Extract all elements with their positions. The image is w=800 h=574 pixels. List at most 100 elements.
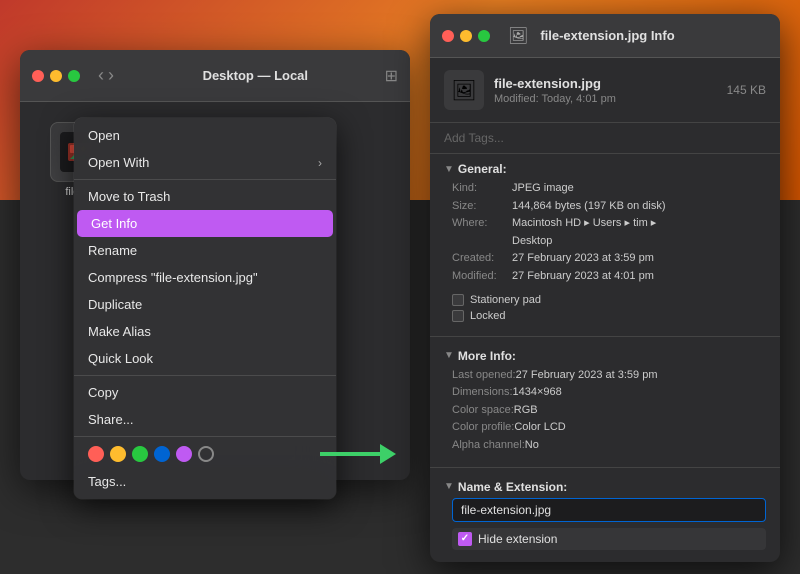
cm-get-info[interactable]: Get Info [77,210,333,237]
cm-make-alias[interactable]: Make Alias [74,318,336,345]
cm-get-info-label: Get Info [91,216,137,231]
dimensions-value: 1434×968 [513,384,766,402]
info-panel-title: file-extension.jpg Info [540,28,674,43]
info-header: 🖼 file-extension.jpg Modified: Today, 4:… [430,58,780,123]
info-file-meta: file-extension.jpg Modified: Today, 4:01… [494,76,717,105]
info-size-row: Size: 144,864 bytes (197 KB on disk) [452,198,766,216]
stationery-row: Stationery pad Locked [452,292,766,324]
nav-forward[interactable]: › [108,65,114,86]
size-value: 144,864 bytes (197 KB on disk) [512,198,766,216]
info-panel: 🖼 file-extension.jpg Info 🖼 file-extensi… [430,14,780,562]
cm-open-with[interactable]: Open With › [74,149,336,176]
color-tag-green[interactable] [132,446,148,462]
cm-make-alias-label: Make Alias [88,324,151,339]
cm-tags[interactable]: Tags... [74,468,336,495]
info-tags-placeholder: Add Tags... [444,131,504,145]
cm-compress[interactable]: Compress "file-extension.jpg" [74,264,336,291]
alpha-channel-value: No [525,437,766,455]
info-minimize-button[interactable] [460,30,472,42]
traffic-lights [32,70,80,82]
cm-copy[interactable]: Copy [74,379,336,406]
locked-checkbox[interactable] [452,310,464,322]
cm-sep-1 [74,179,336,180]
minimize-button[interactable] [50,70,62,82]
dimensions-label: Dimensions: [452,384,513,402]
color-tag-blue[interactable] [154,446,170,462]
color-profile-value: Color LCD [514,419,766,437]
info-traffic-lights [442,30,490,42]
green-arrow [320,444,396,464]
cm-compress-label: Compress "file-extension.jpg" [88,270,258,285]
cm-share[interactable]: Share... [74,406,336,433]
kind-label: Kind: [452,180,512,198]
info-dimensions-row: Dimensions: 1434×968 [452,384,766,402]
context-menu: Open Open With › Move to Trash Get Info … [74,118,336,499]
color-tag-none[interactable] [198,446,214,462]
kind-value: JPEG image [512,180,766,198]
cm-open-with-arrow: › [318,156,322,170]
stationery-checkbox-row: Stationery pad [452,292,766,308]
where-value: Macintosh HD ▸ Users ▸ tim ▸ Desktop [512,215,766,250]
color-tag-red[interactable] [88,446,104,462]
hide-extension-label: Hide extension [478,532,557,546]
color-tag-yellow[interactable] [110,446,126,462]
info-tags-bar[interactable]: Add Tags... [430,123,780,154]
nav-back[interactable]: ‹ [98,65,104,86]
cm-move-trash[interactable]: Move to Trash [74,183,336,210]
divider-1 [430,336,780,337]
cm-duplicate[interactable]: Duplicate [74,291,336,318]
finder-nav: ‹ › [98,65,114,86]
color-space-value: RGB [514,402,766,420]
divider-2 [430,467,780,468]
color-profile-label: Color profile: [452,419,514,437]
locked-checkbox-row: Locked [452,308,766,324]
fullscreen-button[interactable] [68,70,80,82]
view-toggle[interactable]: ⊞ [385,66,398,86]
info-color-space-row: Color space: RGB [452,402,766,420]
finder-title: Desktop — Local [134,68,377,83]
hide-extension-row: Hide extension [452,528,766,550]
cm-rename-label: Rename [88,243,137,258]
info-alpha-channel-row: Alpha channel: No [452,437,766,455]
info-color-profile-row: Color profile: Color LCD [452,419,766,437]
stationery-checkbox[interactable] [452,294,464,306]
color-space-label: Color space: [452,402,514,420]
created-value: 27 February 2023 at 3:59 pm [512,250,766,268]
cm-sep-3 [74,436,336,437]
alpha-channel-label: Alpha channel: [452,437,525,455]
info-kind-row: Kind: JPEG image [452,180,766,198]
info-file-size: 145 KB [727,83,766,97]
finder-toolbar: ‹ › Desktop — Local ⊞ [20,50,410,102]
info-close-button[interactable] [442,30,454,42]
filename-input[interactable] [452,498,766,522]
info-last-opened-row: Last opened: 27 February 2023 at 3:59 pm [452,367,766,385]
color-tag-purple[interactable] [176,446,192,462]
close-button[interactable] [32,70,44,82]
general-section-header[interactable]: ▼ General: [430,154,780,180]
more-info-section-content: Last opened: 27 February 2023 at 3:59 pm… [430,367,780,463]
size-label: Size: [452,198,512,216]
cm-rename[interactable]: Rename [74,237,336,264]
modified-label: Modified: [452,268,512,286]
cm-sep-2 [74,375,336,376]
name-ext-section-header[interactable]: ▼ Name & Extension: [430,472,780,498]
cm-duplicate-label: Duplicate [88,297,142,312]
hide-extension-checkbox[interactable] [458,532,472,546]
info-modified-row: Modified: 27 February 2023 at 4:01 pm [452,268,766,286]
arrow-head [380,444,396,464]
info-body: ▼ General: Kind: JPEG image Size: 144,86… [430,154,780,562]
info-fullscreen-button[interactable] [478,30,490,42]
cm-open[interactable]: Open [74,122,336,149]
name-ext-section-content: Hide extension [430,498,780,558]
cm-share-label: Share... [88,412,134,427]
info-file-name: file-extension.jpg [494,76,717,91]
info-where-row: Where: Macintosh HD ▸ Users ▸ tim ▸ Desk… [452,215,766,250]
last-opened-value: 27 February 2023 at 3:59 pm [516,367,766,385]
cm-open-label: Open [88,128,120,143]
arrow-line [320,452,380,456]
general-triangle: ▼ [444,164,454,175]
stationery-label: Stationery pad [470,294,541,306]
cm-quick-look[interactable]: Quick Look [74,345,336,372]
cm-move-trash-label: Move to Trash [88,189,170,204]
more-info-section-header[interactable]: ▼ More Info: [430,341,780,367]
